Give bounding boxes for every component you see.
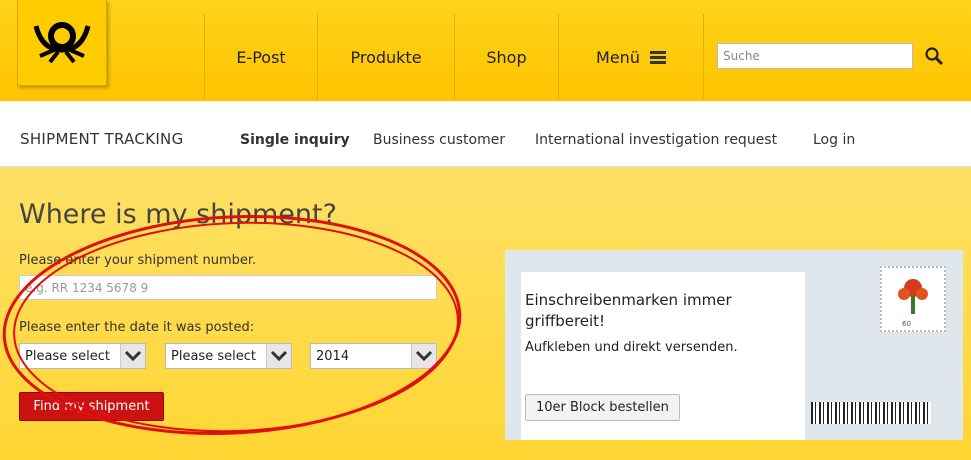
promo-card: Einschreibenmarken immer griffbereit! Au… bbox=[521, 272, 805, 440]
nav-item-produkte[interactable]: Produkte bbox=[317, 14, 454, 101]
flower-icon bbox=[898, 279, 928, 314]
month-select[interactable]: Please select bbox=[165, 343, 292, 369]
order-block-button[interactable]: 10er Block bestellen bbox=[525, 394, 680, 421]
search-icon[interactable] bbox=[924, 46, 944, 66]
find-shipment-button[interactable]: Find my shipment bbox=[19, 392, 164, 421]
page-title: Where is my shipment? bbox=[19, 199, 337, 230]
tab-single-inquiry[interactable]: Single inquiry bbox=[240, 132, 350, 148]
nav-item-shop[interactable]: Shop bbox=[454, 14, 558, 101]
nav-item-e-post[interactable]: E-Post bbox=[204, 14, 317, 101]
stamp-value: 60 bbox=[902, 320, 911, 328]
stamp-image: 60 bbox=[880, 266, 946, 332]
header: E-Post Produkte Shop Menü bbox=[0, 0, 971, 101]
year-select[interactable]: 2014 bbox=[310, 343, 437, 369]
shipment-number-label: Please enter your shipment number. bbox=[19, 253, 257, 268]
tab-log-in[interactable]: Log in bbox=[813, 132, 855, 148]
tracking-content: Where is my shipment? Please enter your … bbox=[0, 167, 971, 460]
chevron-down-icon bbox=[411, 344, 436, 368]
promo-banner: 60 R Einschreibenmarken immer griffberei… bbox=[505, 250, 963, 440]
shipment-number-input[interactable] bbox=[19, 275, 437, 300]
month-select-value: Please select bbox=[171, 349, 256, 364]
promo-headline: Einschreibenmarken immer griffbereit! bbox=[525, 291, 732, 330]
tab-business-customer[interactable]: Business customer bbox=[373, 132, 505, 148]
menu-icon bbox=[649, 49, 666, 66]
nav-item-menu[interactable]: Menü bbox=[558, 14, 704, 101]
promo-subtext: Aufkleben und direkt versenden. bbox=[525, 340, 738, 355]
chevron-down-icon bbox=[120, 344, 145, 368]
section-title: SHIPMENT TRACKING bbox=[20, 130, 184, 148]
tracking-subnav: SHIPMENT TRACKING Single inquiry Busines… bbox=[0, 101, 971, 167]
posted-date-label: Please enter the date it was posted: bbox=[19, 320, 255, 335]
barcode-image bbox=[811, 402, 931, 424]
chevron-down-icon bbox=[266, 344, 291, 368]
day-select-value: Please select bbox=[25, 349, 110, 364]
year-select-value: 2014 bbox=[316, 349, 350, 364]
deutsche-post-logo[interactable] bbox=[17, 0, 107, 86]
posthorn-icon bbox=[33, 22, 91, 64]
search-input[interactable] bbox=[717, 43, 913, 69]
day-select[interactable]: Please select bbox=[19, 343, 146, 369]
main-nav: E-Post Produkte Shop Menü bbox=[204, 14, 704, 101]
tab-international-investigation[interactable]: International investigation request bbox=[535, 132, 777, 148]
